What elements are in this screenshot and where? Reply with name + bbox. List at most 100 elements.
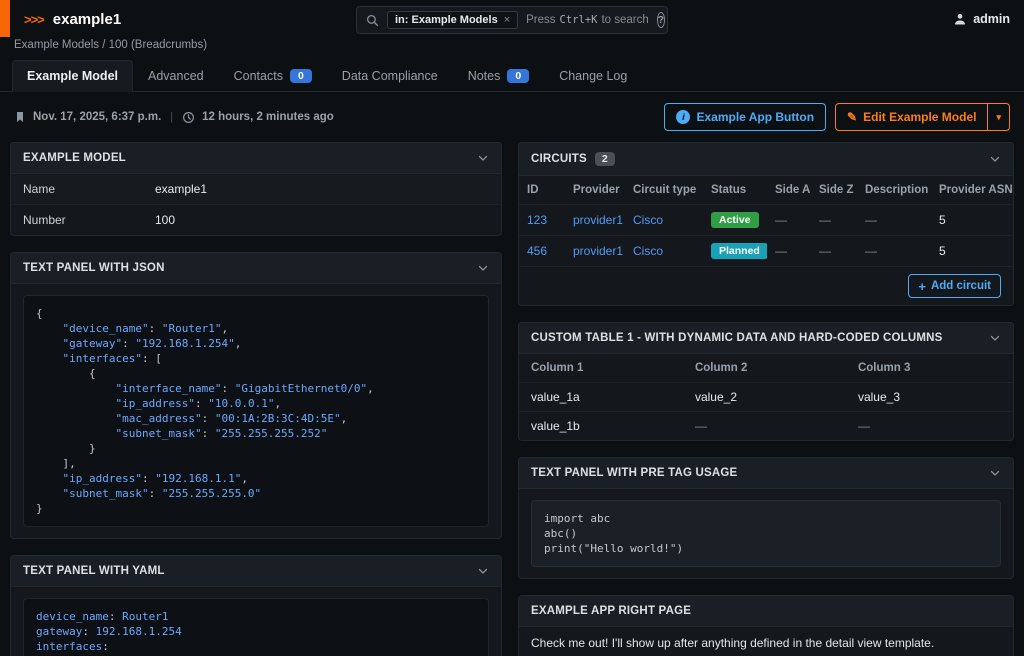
example-app-button-label: Example App Button <box>696 110 814 124</box>
edit-button-label: Edit Example Model <box>863 110 976 124</box>
panel-title: TEXT PANEL WITH JSON <box>23 262 165 274</box>
description-cell: — <box>857 236 931 267</box>
tab-data-compliance[interactable]: Data Compliance <box>327 60 453 91</box>
tab-change-log[interactable]: Change Log <box>544 60 642 91</box>
custom-table: Column 1 Column 2 Column 3 value_1a valu… <box>519 354 1013 440</box>
page: >>> example1 in: Example Models × Press … <box>0 0 1024 656</box>
circuits-table: ID Provider Circuit type Status Side A S… <box>519 176 1013 266</box>
circuit-id-link[interactable]: 123 <box>527 213 547 227</box>
edit-example-model-button[interactable]: ✎ Edit Example Model <box>835 103 988 131</box>
field-row-name: Name example1 <box>11 174 501 204</box>
circuits-count-badge: 2 <box>595 152 615 166</box>
side-z-cell: — <box>811 205 857 236</box>
circuit-type-link[interactable]: Cisco <box>633 244 663 258</box>
ctrl-k-shortcut: Ctrl+K <box>560 14 598 26</box>
provider-asn-cell: 5 <box>931 236 1013 267</box>
app-logo-chevrons[interactable]: >>> <box>24 12 44 27</box>
action-buttons: i Example App Button ✎ Edit Example Mode… <box>664 103 1010 131</box>
chevron-down-icon[interactable] <box>477 565 489 577</box>
right-column: CIRCUITS 2 ID Provider <box>518 142 1014 656</box>
provider-link[interactable]: provider1 <box>573 244 623 258</box>
breadcrumb[interactable]: Example Models / 100 (Breadcrumbs) <box>0 38 1024 51</box>
panel-example-app-right-page: EXAMPLE APP RIGHT PAGE Check me out! I'l… <box>518 595 1014 656</box>
table-row: value_1a value_2 value_3 <box>519 383 1013 412</box>
circuit-id-link[interactable]: 456 <box>527 244 547 258</box>
field-value: 100 <box>155 213 175 227</box>
cell: value_3 <box>850 383 1013 412</box>
user-icon <box>953 12 967 26</box>
search-icon <box>366 14 379 27</box>
meta-separator: | <box>170 111 173 123</box>
cell: value_2 <box>687 383 850 412</box>
col-header-side-z: Side Z <box>811 176 857 205</box>
panel-text-yaml: TEXT PANEL WITH YAML device_name: Router… <box>10 555 502 656</box>
brand: >>> example1 <box>24 11 121 28</box>
yaml-panel-body: device_name: Router1gateway: 192.168.1.2… <box>11 587 501 656</box>
panel-header-circuits: CIRCUITS 2 <box>519 143 1013 176</box>
help-icon[interactable]: ? <box>657 12 665 28</box>
circuit-row: 123 provider1 Cisco Active — — — 5 <box>519 205 1013 236</box>
panel-circuits: CIRCUITS 2 ID Provider <box>518 142 1014 306</box>
info-icon: i <box>676 110 690 124</box>
tab-contacts[interactable]: Contacts0 <box>219 60 327 91</box>
search-placeholder: Press Ctrl+K to search <box>526 14 649 26</box>
col-header-description: Description <box>857 176 931 205</box>
meta-row: Nov. 17, 2025, 6:37 p.m. | 12 hours, 2 m… <box>0 92 1024 142</box>
col-header-status: Status <box>703 176 767 205</box>
top-bar: >>> example1 in: Example Models × Press … <box>0 0 1024 38</box>
circuit-type-link[interactable]: Cisco <box>633 213 663 227</box>
tab-example-model[interactable]: Example Model <box>12 60 133 92</box>
cell: — <box>687 412 850 441</box>
field-label: Number <box>23 213 155 227</box>
panel-custom-table: CUSTOM TABLE 1 - WITH DYNAMIC DATA AND H… <box>518 322 1014 441</box>
chevron-down-icon[interactable] <box>989 153 1001 165</box>
yaml-code-block: device_name: Router1gateway: 192.168.1.2… <box>23 598 489 656</box>
col-header-3: Column 3 <box>850 354 1013 383</box>
example-app-button[interactable]: i Example App Button <box>664 103 826 131</box>
pre-panel-body: import abcabc()print("Hello world!") <box>519 489 1013 578</box>
chevron-down-icon[interactable] <box>989 332 1001 344</box>
panel-title: EXAMPLE MODEL <box>23 152 126 164</box>
chevron-down-icon[interactable] <box>989 467 1001 479</box>
side-z-cell: — <box>811 236 857 267</box>
panel-header-text-yaml: TEXT PANEL WITH YAML <box>11 556 501 587</box>
provider-link[interactable]: provider1 <box>573 213 623 227</box>
left-column: EXAMPLE MODEL Name example1 Number 100 <box>10 142 502 656</box>
example-model-fields: Name example1 Number 100 <box>11 174 501 235</box>
tab-bar: Example Model Advanced Contacts0 Data Co… <box>0 60 1024 92</box>
field-value: example1 <box>155 182 207 196</box>
status-badge: Active <box>711 212 759 228</box>
chip-close-icon[interactable]: × <box>504 14 510 26</box>
tab-advanced[interactable]: Advanced <box>133 60 219 91</box>
panel-text-json: TEXT PANEL WITH JSON { "device_name": "R… <box>10 252 502 539</box>
username: admin <box>973 12 1010 26</box>
field-row-number: Number 100 <box>11 204 501 235</box>
tab-label: Contacts <box>234 69 283 83</box>
circuits-header-row: ID Provider Circuit type Status Side A S… <box>519 176 1013 205</box>
bookmark-icon <box>14 111 26 123</box>
json-panel-body: { "device_name": "Router1", "gateway": "… <box>11 284 501 538</box>
pencil-icon: ✎ <box>847 110 857 124</box>
chevron-down-icon[interactable] <box>477 262 489 274</box>
cell: value_1a <box>519 383 687 412</box>
tab-notes[interactable]: Notes 0 <box>453 60 545 91</box>
tab-label: Notes <box>468 69 501 83</box>
chevron-down-icon[interactable] <box>477 152 489 164</box>
panel-header-text-json: TEXT PANEL WITH JSON <box>11 253 501 284</box>
col-header-provider: Provider <box>565 176 625 205</box>
global-search-input[interactable]: in: Example Models × Press Ctrl+K to sea… <box>356 6 668 34</box>
edit-split-button: ✎ Edit Example Model ▾ <box>835 103 1010 131</box>
add-circuit-button[interactable]: + Add circuit <box>908 274 1001 298</box>
provider-asn-cell: 5 <box>931 205 1013 236</box>
panel-header-example-model: EXAMPLE MODEL <box>11 143 501 174</box>
edit-dropdown-caret[interactable]: ▾ <box>987 103 1010 131</box>
json-code-block: { "device_name": "Router1", "gateway": "… <box>23 295 489 527</box>
side-a-cell: — <box>767 205 811 236</box>
panel-title: EXAMPLE APP RIGHT PAGE <box>531 605 691 617</box>
search-scope-chip[interactable]: in: Example Models × <box>387 11 518 29</box>
user-menu[interactable]: admin <box>953 12 1010 26</box>
notes-count-badge: 0 <box>507 69 529 83</box>
panel-title: TEXT PANEL WITH PRE TAG USAGE <box>531 467 737 479</box>
tab-label: Example Model <box>27 69 118 83</box>
circuits-title-text: CIRCUITS <box>531 153 587 165</box>
